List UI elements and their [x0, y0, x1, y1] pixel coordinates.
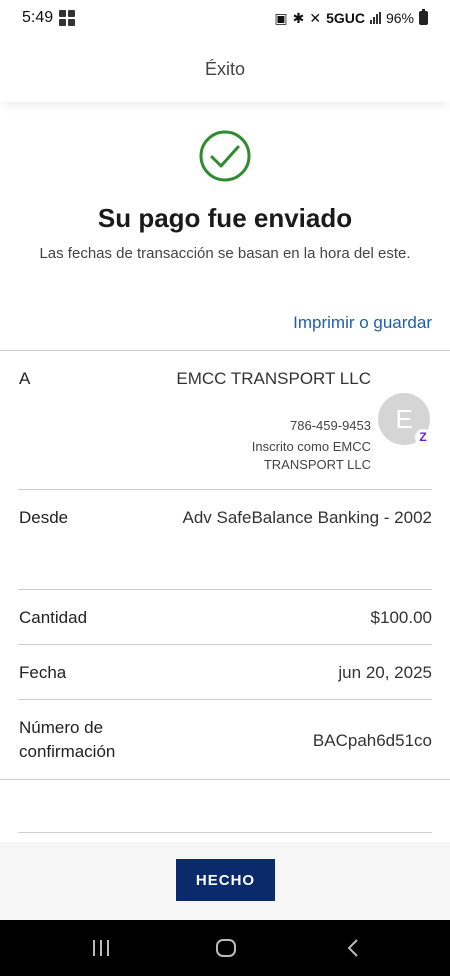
recent-apps-icon[interactable]	[71, 920, 131, 976]
back-icon[interactable]	[323, 920, 383, 976]
done-button[interactable]: HECHO	[176, 859, 275, 901]
divider	[18, 699, 432, 700]
home-icon[interactable]	[196, 920, 256, 976]
amount-label: Cantidad	[19, 608, 88, 627]
success-subtitle: Las fechas de transacción se basan en la…	[39, 245, 411, 262]
network-label: 5GUC	[326, 10, 365, 26]
to-label: A	[19, 369, 31, 388]
signal-icon	[369, 12, 381, 24]
mute-icon: ✕	[309, 9, 322, 26]
battery-percent: 96%	[385, 10, 414, 26]
page-title: Éxito	[204, 58, 246, 79]
amount-value: $100.00	[370, 608, 432, 627]
recipient-name: EMCC TRANSPORT LLC	[176, 369, 371, 388]
divider	[18, 644, 432, 645]
recipient-phone: 786-459-9453	[290, 418, 371, 433]
divider	[18, 832, 432, 833]
recipient-enrolled: Inscrito como EMCC TRANSPORT LLC	[251, 439, 371, 472]
page-header: Éxito	[0, 36, 450, 102]
avatar-letter: E	[395, 403, 413, 434]
zelle-icon: Z	[415, 429, 431, 445]
apps-grid-icon	[59, 10, 76, 26]
status-left: 5:49	[22, 9, 76, 27]
status-right: ▣ ✱ ✕ 5GUC 96%	[274, 9, 428, 27]
from-value: Adv SafeBalance Banking - 2002	[182, 508, 432, 527]
success-title: Su pago fue enviado	[97, 203, 353, 233]
system-nav-bar	[0, 920, 450, 976]
from-label: Desde	[19, 508, 69, 527]
lock-icon: ▣	[274, 9, 288, 26]
divider	[18, 589, 432, 590]
bluetooth-icon: ✱	[292, 9, 305, 26]
print-or-save-link[interactable]: Imprimir o guardar	[293, 313, 432, 333]
divider	[18, 489, 432, 490]
date-value: jun 20, 2025	[338, 663, 432, 682]
confirmation-value: BACpah6d51co	[312, 731, 432, 750]
status-time: 5:49	[22, 9, 54, 26]
divider	[0, 350, 450, 351]
divider	[0, 779, 450, 780]
success-check-icon	[199, 130, 251, 182]
confirmation-label: Número de confirmación	[19, 718, 116, 761]
date-label: Fecha	[19, 663, 67, 682]
battery-icon	[419, 9, 428, 25]
status-bar: 5:49 ▣ ✱ ✕ 5GUC 96%	[0, 0, 450, 36]
